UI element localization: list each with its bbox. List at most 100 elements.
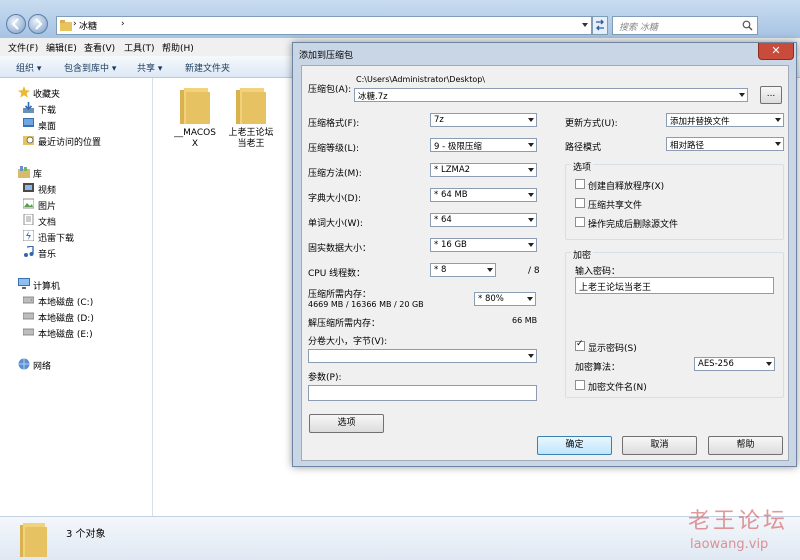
nav-item-label: 图片	[38, 202, 57, 212]
chevron-down-icon	[528, 354, 534, 358]
mem-comp-detail: 4669 MB / 16366 MB / 20 GB	[308, 300, 424, 309]
chevron-down-icon	[739, 93, 745, 97]
encrypt-names-checkbox[interactable]	[575, 380, 585, 390]
nav-item-recent[interactable]: 最近访问的位置	[0, 132, 153, 148]
word-value: * 64	[434, 215, 452, 225]
nav-favorites-label: 收藏夹	[33, 90, 61, 100]
dict-select[interactable]: * 64 MB	[430, 188, 537, 202]
file-item[interactable]: ...	[278, 84, 292, 146]
level-select[interactable]: 9 - 极限压缩	[430, 138, 537, 152]
word-select[interactable]: * 64	[430, 213, 537, 227]
file-item[interactable]: __MACOS X	[166, 84, 224, 149]
recent-places-icon	[23, 136, 34, 145]
format-label: 压缩格式(F):	[308, 119, 360, 129]
nav-item-videos[interactable]: 视频	[0, 180, 153, 196]
item-count: 3 个对象	[66, 529, 106, 540]
nav-favorites[interactable]: 收藏夹	[0, 84, 153, 100]
search-input[interactable]: 搜索 冰糖	[612, 16, 758, 35]
show-password-checkbox[interactable]	[575, 339, 585, 351]
document-icon	[23, 214, 34, 225]
nav-item-label: 最近访问的位置	[38, 138, 102, 148]
nav-item-music[interactable]: 音乐	[0, 244, 153, 260]
star-icon	[18, 86, 30, 98]
nav-item-downloads[interactable]: 下载	[0, 100, 153, 116]
mem-usage-value: * 80%	[478, 294, 504, 304]
encrypt-names-label: 加密文件名(N)	[588, 383, 647, 393]
menu-file[interactable]: 文件(F)	[8, 41, 38, 54]
address-text: 冰糖	[79, 22, 98, 32]
address-bar[interactable]: › 冰糖 ›	[56, 16, 592, 35]
solid-select[interactable]: * 16 GB	[430, 238, 537, 252]
password-value: 上老王论坛当老王	[579, 283, 652, 293]
params-label: 参数(P):	[308, 373, 342, 383]
back-button[interactable]	[6, 14, 26, 34]
nav-item-label: 本地磁盘 (D:)	[38, 314, 94, 324]
update-mode-value: 添加并替换文件	[670, 117, 730, 127]
new-folder-button[interactable]: 新建文件夹	[185, 61, 230, 74]
password-label: 输入密码：	[575, 267, 621, 277]
status-bar: 3 个对象	[0, 516, 800, 560]
dict-value: * 64 MB	[434, 190, 468, 200]
password-input[interactable]: 上老王论坛当老王	[575, 277, 774, 294]
chevron-down-icon[interactable]	[582, 23, 588, 27]
chevron-down-icon	[775, 118, 781, 122]
organize-button[interactable]: 组织 ▾	[16, 61, 41, 74]
file-item[interactable]: 上老王论坛 当老王	[222, 84, 280, 149]
mem-usage-select[interactable]: * 80%	[474, 292, 536, 306]
options-button[interactable]: 选项	[309, 414, 384, 433]
nav-computer[interactable]: 计算机	[0, 276, 153, 292]
video-icon	[23, 183, 34, 192]
dict-label: 字典大小(D):	[308, 194, 361, 204]
sfx-checkbox[interactable]	[575, 179, 585, 189]
menu-help[interactable]: 帮助(H)	[162, 41, 194, 54]
threads-select[interactable]: * 8	[430, 263, 496, 277]
menu-edit[interactable]: 编辑(E)	[46, 41, 77, 54]
archive-name-combo[interactable]: 冰糖.7z	[354, 88, 748, 102]
library-icon	[18, 166, 30, 178]
menu-tools[interactable]: 工具(T)	[124, 41, 155, 54]
include-in-library-button[interactable]: 包含到库中 ▾	[64, 61, 116, 74]
nav-item-thunder[interactable]: 迅雷下载	[0, 228, 153, 244]
options-group-title: 选项	[571, 160, 594, 173]
chevron-down-icon	[775, 142, 781, 146]
delete-after-label: 操作完成后删除源文件	[588, 220, 679, 230]
chevron-down-icon	[766, 362, 772, 366]
nav-network-label: 网络	[33, 362, 52, 372]
nav-item-documents[interactable]: 文档	[0, 212, 153, 228]
navigation-pane: 收藏夹 下载 桌面 最近访问的位置 库 视频 图片 文档 迅雷下载 音乐 计算机…	[0, 78, 153, 516]
nav-item-drive-e[interactable]: 本地磁盘 (E:)	[0, 324, 153, 340]
enc-method-select[interactable]: AES-256	[694, 357, 775, 371]
breadcrumb-chevron[interactable]: ›	[121, 19, 125, 29]
archive-path: C:\Users\Administrator\Desktop\	[356, 75, 485, 84]
nav-network[interactable]: 网络	[0, 356, 153, 372]
delete-after-checkbox[interactable]	[575, 217, 585, 227]
method-select[interactable]: * LZMA2	[430, 163, 537, 177]
split-volume-combo[interactable]	[308, 349, 537, 363]
close-button[interactable]: ✕	[758, 43, 794, 60]
nav-item-drive-c[interactable]: 本地磁盘 (C:)	[0, 292, 153, 308]
method-value: * LZMA2	[434, 165, 471, 175]
shared-files-checkbox[interactable]	[575, 198, 585, 208]
cancel-button[interactable]: 取消	[622, 436, 697, 455]
params-input[interactable]	[308, 385, 537, 401]
download-icon	[23, 102, 34, 113]
menu-view[interactable]: 查看(V)	[84, 41, 115, 54]
network-icon	[18, 358, 30, 370]
computer-icon	[18, 278, 30, 289]
nav-item-label: 本地磁盘 (E:)	[38, 330, 93, 340]
search-icon	[742, 20, 753, 31]
path-mode-select[interactable]: 相对路径	[666, 137, 784, 151]
browse-button[interactable]: ...	[760, 86, 782, 104]
ok-button[interactable]: 确定	[537, 436, 612, 455]
nav-item-drive-d[interactable]: 本地磁盘 (D:)	[0, 308, 153, 324]
nav-item-desktop[interactable]: 桌面	[0, 116, 153, 132]
format-select[interactable]: 7z	[430, 113, 537, 127]
help-button[interactable]: 帮助	[708, 436, 783, 455]
watermark-url: laowang.vip	[690, 537, 769, 552]
refresh-button[interactable]	[592, 16, 608, 35]
forward-button[interactable]	[28, 14, 48, 34]
share-button[interactable]: 共享 ▾	[137, 61, 162, 74]
nav-libraries[interactable]: 库	[0, 164, 153, 180]
nav-item-pictures[interactable]: 图片	[0, 196, 153, 212]
update-mode-select[interactable]: 添加并替换文件	[666, 113, 784, 127]
